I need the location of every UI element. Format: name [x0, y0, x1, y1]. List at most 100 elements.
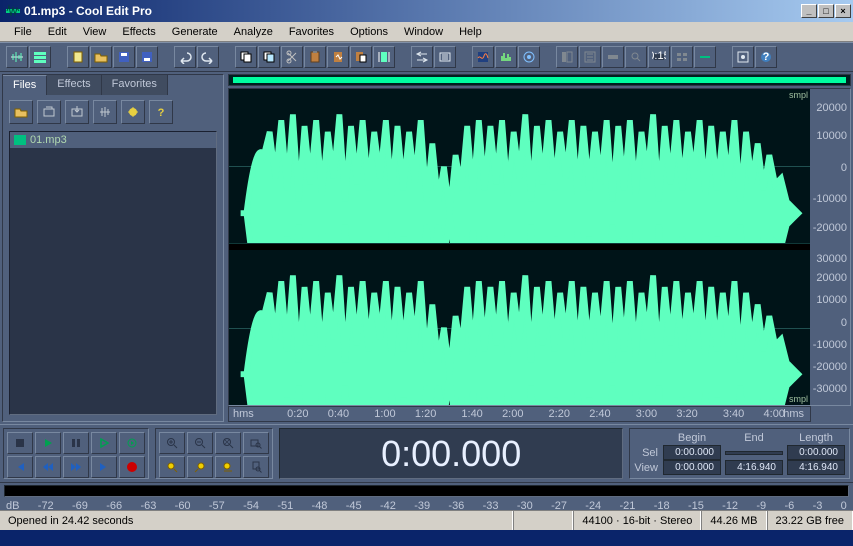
trim-button[interactable]	[373, 46, 395, 68]
waveform-area: smpl smpl 20000 10000 0 -10000 -20000 30…	[228, 74, 851, 422]
hide-zoom-button[interactable]	[625, 46, 647, 68]
copy-button[interactable]	[235, 46, 257, 68]
transport-panel	[3, 428, 149, 479]
menu-edit[interactable]: Edit	[40, 24, 75, 40]
cut-button[interactable]	[281, 46, 303, 68]
level-meter[interactable]	[4, 485, 849, 497]
zoom-vertical-button[interactable]	[243, 456, 269, 478]
files-list[interactable]: 01.mp3	[9, 131, 217, 415]
zoom-panel	[155, 428, 273, 479]
convert-button[interactable]	[411, 46, 433, 68]
hide-organizer-button[interactable]	[556, 46, 578, 68]
paste-new-button[interactable]	[350, 46, 372, 68]
close-button[interactable]: ×	[835, 4, 851, 18]
files-help-button[interactable]: ?	[149, 100, 173, 124]
menu-file[interactable]: File	[6, 24, 40, 40]
file-item[interactable]: 01.mp3	[10, 132, 216, 148]
menu-favorites[interactable]: Favorites	[281, 24, 342, 40]
waveform-overview[interactable]	[228, 74, 851, 86]
svg-text:?: ?	[763, 51, 770, 63]
files-open-button[interactable]	[9, 100, 33, 124]
view-length[interactable]: 4:16.940	[787, 460, 845, 475]
view-begin[interactable]: 0:00.000	[663, 460, 721, 475]
menu-analyze[interactable]: Analyze	[226, 24, 281, 40]
tab-favorites[interactable]: Favorites	[102, 75, 168, 95]
zoom-selection-button[interactable]	[243, 432, 269, 454]
minimize-button[interactable]: _	[801, 4, 817, 18]
files-edit-button[interactable]	[93, 100, 117, 124]
amp-unit-bot: smpl	[789, 394, 808, 404]
help-button[interactable]: ?	[755, 46, 777, 68]
hide-level-button[interactable]	[694, 46, 716, 68]
sel-begin[interactable]: 0:00.000	[663, 445, 721, 460]
menu-view[interactable]: View	[75, 24, 115, 40]
waveform-canvas[interactable]: smpl smpl	[229, 89, 810, 405]
sel-label: Sel	[632, 445, 661, 460]
bottom-controls: 0:00.000 Begin End Length Sel 0:00.000 0…	[0, 424, 853, 482]
col-begin: Begin	[661, 431, 723, 445]
menu-help[interactable]: Help	[451, 24, 490, 40]
rewind-button[interactable]	[35, 456, 61, 478]
tab-files[interactable]: Files	[3, 75, 47, 95]
menu-generate[interactable]: Generate	[164, 24, 226, 40]
freq-analysis-button[interactable]	[495, 46, 517, 68]
svg-text:?: ?	[158, 107, 165, 119]
paste-button[interactable]	[304, 46, 326, 68]
new-button[interactable]	[67, 46, 89, 68]
settings-button[interactable]	[434, 46, 456, 68]
sel-length[interactable]: 0:00.000	[787, 445, 845, 460]
forward-button[interactable]	[63, 456, 89, 478]
zoom-full-button[interactable]	[215, 432, 241, 454]
files-close-button[interactable]	[37, 100, 61, 124]
batch-button[interactable]	[136, 46, 158, 68]
hide-time-button[interactable]: 0:15	[648, 46, 670, 68]
zoom-prev-button[interactable]	[215, 456, 241, 478]
maximize-button[interactable]: □	[818, 4, 834, 18]
status-size: 44.26 MB	[701, 511, 766, 530]
mode-multitrack-button[interactable]	[29, 46, 51, 68]
view-label: View	[632, 460, 661, 475]
play-to-end-button[interactable]	[119, 432, 145, 454]
undo-button[interactable]	[174, 46, 196, 68]
phase-button[interactable]	[518, 46, 540, 68]
time-ruler[interactable]: hms 0:20 0:40 1:00 1:20 1:40 2:00 2:20 2…	[228, 406, 811, 422]
zoom-in-left-button[interactable]	[159, 456, 185, 478]
files-options-button[interactable]	[121, 100, 145, 124]
save-button[interactable]	[113, 46, 135, 68]
col-end: End	[723, 431, 785, 445]
play-looped-button[interactable]	[91, 432, 117, 454]
play-button[interactable]	[35, 432, 61, 454]
time-display[interactable]: 0:00.000	[279, 428, 623, 479]
menu-effects[interactable]: Effects	[114, 24, 163, 40]
hide-sel-button[interactable]	[671, 46, 693, 68]
copy-new-button[interactable]	[258, 46, 280, 68]
record-button[interactable]	[119, 456, 145, 478]
mix-paste-button[interactable]	[327, 46, 349, 68]
mode-edit-button[interactable]	[6, 46, 28, 68]
go-start-button[interactable]	[7, 456, 33, 478]
files-insert-button[interactable]	[65, 100, 89, 124]
sel-end[interactable]	[725, 451, 783, 455]
menu-window[interactable]: Window	[396, 24, 451, 40]
db-scale: dB-72-69-66-63-60-57-54-51-48-45-42-39-3…	[0, 500, 853, 510]
pause-button[interactable]	[63, 432, 89, 454]
zoom-out-button[interactable]	[187, 432, 213, 454]
current-time: 0:00.000	[381, 433, 521, 475]
options-button[interactable]	[732, 46, 754, 68]
app-icon	[5, 3, 21, 19]
zoom-in-right-button[interactable]	[187, 456, 213, 478]
go-end-button[interactable]	[91, 456, 117, 478]
hide-cue-button[interactable]	[579, 46, 601, 68]
col-length: Length	[785, 431, 847, 445]
open-button[interactable]	[90, 46, 112, 68]
redo-button[interactable]	[197, 46, 219, 68]
status-free: 23.22 GB free	[767, 511, 853, 530]
menu-options[interactable]: Options	[342, 24, 396, 40]
svg-text:0:15: 0:15	[652, 50, 666, 62]
view-end[interactable]: 4:16.940	[725, 460, 783, 475]
tab-effects[interactable]: Effects	[47, 75, 101, 95]
spectral-button[interactable]	[472, 46, 494, 68]
zoom-in-button[interactable]	[159, 432, 185, 454]
hide-transport-button[interactable]	[602, 46, 624, 68]
stop-button[interactable]	[7, 432, 33, 454]
